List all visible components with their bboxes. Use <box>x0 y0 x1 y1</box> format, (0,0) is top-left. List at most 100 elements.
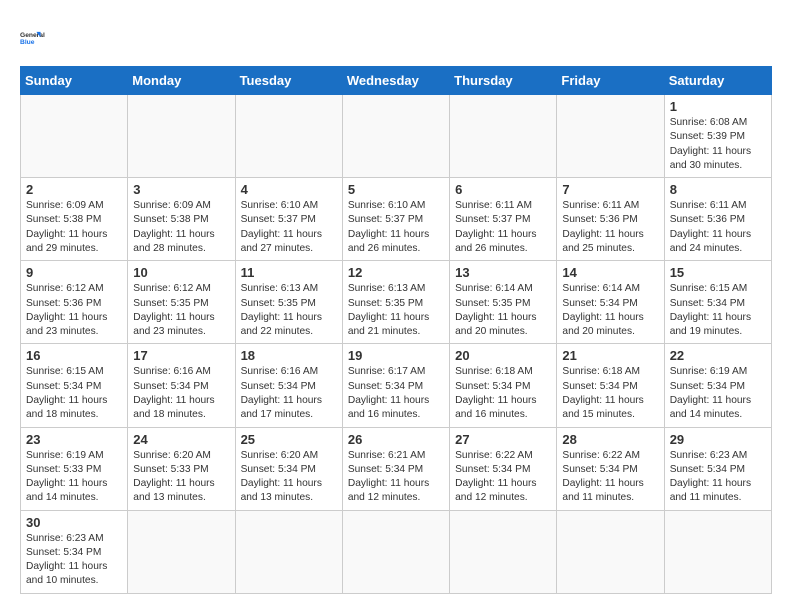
day-info: Sunrise: 6:18 AM Sunset: 5:34 PM Dayligh… <box>562 365 658 422</box>
day-number: 24 <box>133 432 229 447</box>
calendar-cell: 26 Sunrise: 6:21 AM Sunset: 5:34 PM Dayli… <box>342 427 449 510</box>
calendar-cell: 13Sunrise: 6:14 AM Sunset: 5:35 PM Dayli… <box>450 261 557 344</box>
calendar-cell: 17Sunrise: 6:16 AM Sunset: 5:34 PM Dayli… <box>128 344 235 427</box>
calendar-week-row: 2 Sunrise: 6:09 AM Sunset: 5:38 PM Daylig… <box>21 178 772 261</box>
calendar-cell: 2 Sunrise: 6:09 AM Sunset: 5:38 PM Daylig… <box>21 178 128 261</box>
calendar-cell: 8Sunrise: 6:11 AM Sunset: 5:36 PM Daylig… <box>664 178 771 261</box>
day-header-thursday: Thursday <box>450 67 557 95</box>
day-number: 6 <box>455 182 551 197</box>
calendar-cell <box>557 95 664 178</box>
day-info: Sunrise: 6:22 AM Sunset: 5:34 PM Dayligh… <box>455 449 551 506</box>
day-info: Sunrise: 6:09 AM Sunset: 5:38 PM Dayligh… <box>26 199 122 256</box>
day-info: Sunrise: 6:19 AM Sunset: 5:34 PM Dayligh… <box>670 365 766 422</box>
day-number: 18 <box>241 348 337 363</box>
generalblue-logo-icon: General Blue <box>20 20 56 56</box>
calendar-cell <box>450 510 557 593</box>
calendar-cell <box>342 95 449 178</box>
day-info: Sunrise: 6:20 AM Sunset: 5:33 PM Dayligh… <box>133 449 229 506</box>
calendar-cell: 29 Sunrise: 6:23 AM Sunset: 5:34 PM Dayli… <box>664 427 771 510</box>
day-header-friday: Friday <box>557 67 664 95</box>
calendar-cell: 20Sunrise: 6:18 AM Sunset: 5:34 PM Dayli… <box>450 344 557 427</box>
day-number: 9 <box>26 265 122 280</box>
calendar-cell: 10Sunrise: 6:12 AM Sunset: 5:35 PM Dayli… <box>128 261 235 344</box>
day-number: 22 <box>670 348 766 363</box>
calendar-cell <box>235 510 342 593</box>
page-header: General Blue <box>20 20 772 56</box>
calendar-week-row: 23Sunrise: 6:19 AM Sunset: 5:33 PM Dayli… <box>21 427 772 510</box>
calendar-cell: 5 Sunrise: 6:10 AM Sunset: 5:37 PM Daylig… <box>342 178 449 261</box>
calendar-cell <box>557 510 664 593</box>
calendar-cell <box>664 510 771 593</box>
calendar-table: SundayMondayTuesdayWednesdayThursdayFrid… <box>20 66 772 594</box>
day-info: Sunrise: 6:15 AM Sunset: 5:34 PM Dayligh… <box>670 282 766 339</box>
calendar-cell: 18 Sunrise: 6:16 AM Sunset: 5:34 PM Dayli… <box>235 344 342 427</box>
calendar-cell: 11 Sunrise: 6:13 AM Sunset: 5:35 PM Dayli… <box>235 261 342 344</box>
day-info: Sunrise: 6:17 AM Sunset: 5:34 PM Dayligh… <box>348 365 444 422</box>
calendar-cell: 16Sunrise: 6:15 AM Sunset: 5:34 PM Dayli… <box>21 344 128 427</box>
day-number: 28 <box>562 432 658 447</box>
day-header-sunday: Sunday <box>21 67 128 95</box>
day-info: Sunrise: 6:10 AM Sunset: 5:37 PM Dayligh… <box>241 199 337 256</box>
calendar-header-row: SundayMondayTuesdayWednesdayThursdayFrid… <box>21 67 772 95</box>
logo: General Blue <box>20 20 56 56</box>
calendar-cell: 23Sunrise: 6:19 AM Sunset: 5:33 PM Dayli… <box>21 427 128 510</box>
calendar-cell: 15Sunrise: 6:15 AM Sunset: 5:34 PM Dayli… <box>664 261 771 344</box>
day-info: Sunrise: 6:14 AM Sunset: 5:35 PM Dayligh… <box>455 282 551 339</box>
day-info: Sunrise: 6:22 AM Sunset: 5:34 PM Dayligh… <box>562 449 658 506</box>
calendar-cell: 19 Sunrise: 6:17 AM Sunset: 5:34 PM Dayli… <box>342 344 449 427</box>
day-info: Sunrise: 6:13 AM Sunset: 5:35 PM Dayligh… <box>241 282 337 339</box>
day-info: Sunrise: 6:16 AM Sunset: 5:34 PM Dayligh… <box>241 365 337 422</box>
day-number: 26 <box>348 432 444 447</box>
calendar-cell: 27 Sunrise: 6:22 AM Sunset: 5:34 PM Dayli… <box>450 427 557 510</box>
calendar-cell: 22 Sunrise: 6:19 AM Sunset: 5:34 PM Dayli… <box>664 344 771 427</box>
calendar-cell: 1 Sunrise: 6:08 AM Sunset: 5:39 PM Daylig… <box>664 95 771 178</box>
day-info: Sunrise: 6:11 AM Sunset: 5:36 PM Dayligh… <box>562 199 658 256</box>
calendar-cell: 14 Sunrise: 6:14 AM Sunset: 5:34 PM Dayli… <box>557 261 664 344</box>
svg-text:Blue: Blue <box>20 39 35 46</box>
day-number: 3 <box>133 182 229 197</box>
day-number: 30 <box>26 515 122 530</box>
day-info: Sunrise: 6:13 AM Sunset: 5:35 PM Dayligh… <box>348 282 444 339</box>
day-info: Sunrise: 6:10 AM Sunset: 5:37 PM Dayligh… <box>348 199 444 256</box>
day-number: 12 <box>348 265 444 280</box>
day-number: 29 <box>670 432 766 447</box>
day-info: Sunrise: 6:15 AM Sunset: 5:34 PM Dayligh… <box>26 365 122 422</box>
calendar-week-row: 16Sunrise: 6:15 AM Sunset: 5:34 PM Dayli… <box>21 344 772 427</box>
day-info: Sunrise: 6:19 AM Sunset: 5:33 PM Dayligh… <box>26 449 122 506</box>
day-header-saturday: Saturday <box>664 67 771 95</box>
calendar-cell: 24 Sunrise: 6:20 AM Sunset: 5:33 PM Dayli… <box>128 427 235 510</box>
day-number: 1 <box>670 99 766 114</box>
day-info: Sunrise: 6:09 AM Sunset: 5:38 PM Dayligh… <box>133 199 229 256</box>
calendar-week-row: 1 Sunrise: 6:08 AM Sunset: 5:39 PM Daylig… <box>21 95 772 178</box>
calendar-cell <box>21 95 128 178</box>
calendar-cell: 7Sunrise: 6:11 AM Sunset: 5:36 PM Daylig… <box>557 178 664 261</box>
calendar-cell: 12 Sunrise: 6:13 AM Sunset: 5:35 PM Dayli… <box>342 261 449 344</box>
calendar-cell <box>450 95 557 178</box>
day-info: Sunrise: 6:20 AM Sunset: 5:34 PM Dayligh… <box>241 449 337 506</box>
day-number: 27 <box>455 432 551 447</box>
day-info: Sunrise: 6:12 AM Sunset: 5:36 PM Dayligh… <box>26 282 122 339</box>
day-number: 5 <box>348 182 444 197</box>
day-header-wednesday: Wednesday <box>342 67 449 95</box>
day-number: 19 <box>348 348 444 363</box>
day-info: Sunrise: 6:08 AM Sunset: 5:39 PM Dayligh… <box>670 116 766 173</box>
calendar-cell: 21 Sunrise: 6:18 AM Sunset: 5:34 PM Dayli… <box>557 344 664 427</box>
calendar-cell <box>128 95 235 178</box>
day-number: 11 <box>241 265 337 280</box>
day-info: Sunrise: 6:18 AM Sunset: 5:34 PM Dayligh… <box>455 365 551 422</box>
day-number: 8 <box>670 182 766 197</box>
day-info: Sunrise: 6:21 AM Sunset: 5:34 PM Dayligh… <box>348 449 444 506</box>
day-info: Sunrise: 6:23 AM Sunset: 5:34 PM Dayligh… <box>26 532 122 589</box>
calendar-cell: 4Sunrise: 6:10 AM Sunset: 5:37 PM Daylig… <box>235 178 342 261</box>
svg-text:General: General <box>20 32 45 39</box>
day-number: 21 <box>562 348 658 363</box>
day-header-monday: Monday <box>128 67 235 95</box>
day-number: 2 <box>26 182 122 197</box>
day-info: Sunrise: 6:14 AM Sunset: 5:34 PM Dayligh… <box>562 282 658 339</box>
day-info: Sunrise: 6:16 AM Sunset: 5:34 PM Dayligh… <box>133 365 229 422</box>
calendar-cell: 25Sunrise: 6:20 AM Sunset: 5:34 PM Dayli… <box>235 427 342 510</box>
calendar-cell <box>235 95 342 178</box>
day-number: 14 <box>562 265 658 280</box>
day-info: Sunrise: 6:23 AM Sunset: 5:34 PM Dayligh… <box>670 449 766 506</box>
calendar-cell: 9 Sunrise: 6:12 AM Sunset: 5:36 PM Daylig… <box>21 261 128 344</box>
